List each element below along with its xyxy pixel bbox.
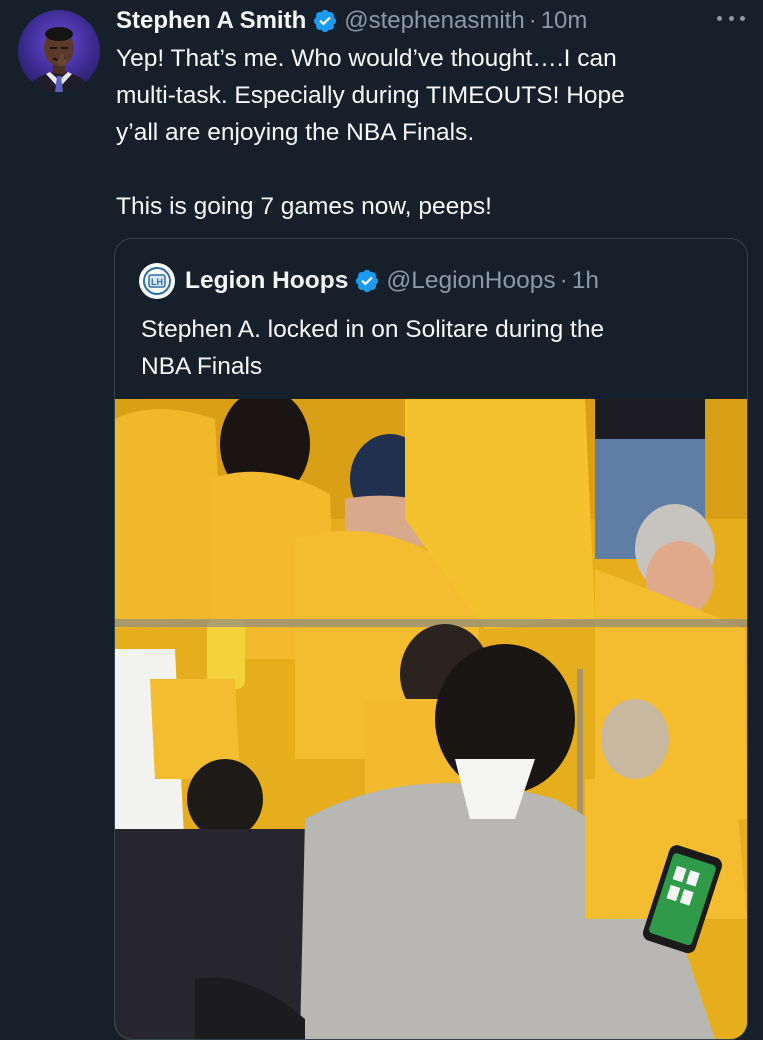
quoted-tweet-header: LH Legion Hoops @LegionHoops · 1h	[139, 263, 599, 299]
photo-crowd-icon	[115, 399, 747, 1039]
tweet[interactable]: Stephen A Smith @stephenasmith · 10m Yep…	[0, 0, 763, 1040]
verified-badge-icon	[354, 268, 380, 294]
author-handle[interactable]: @stephenasmith	[344, 7, 524, 35]
quoted-tweet[interactable]: LH Legion Hoops @LegionHoops · 1h Stephe…	[114, 238, 748, 1040]
tweet-timestamp[interactable]: 10m	[541, 7, 588, 35]
tweet-text: Yep! That’s me. Who would’ve thought….I …	[116, 40, 736, 225]
quoted-author-name[interactable]: Legion Hoops	[185, 267, 348, 295]
author-avatar[interactable]	[18, 10, 100, 92]
author-name[interactable]: Stephen A Smith	[116, 7, 306, 35]
quoted-author-handle[interactable]: @LegionHoops	[386, 267, 555, 295]
svg-text:LH: LH	[151, 277, 163, 287]
user-avatar-icon	[25, 27, 93, 92]
header-separator: ·	[559, 267, 568, 294]
quoted-tweet-text-line: NBA Finals	[141, 353, 263, 380]
tweet-text-line: y’all are enjoying the NBA Finals.	[116, 119, 475, 146]
legion-hoops-logo-icon[interactable]: LH	[139, 263, 175, 299]
quoted-tweet-text: Stephen A. locked in on Solitare during …	[141, 311, 731, 385]
quoted-tweet-text-line: Stephen A. locked in on Solitare during …	[141, 316, 605, 343]
more-options-icon[interactable]	[717, 8, 745, 28]
tweet-header: Stephen A Smith @stephenasmith · 10m	[116, 4, 587, 38]
tweet-text-line: Yep! That’s me. Who would’ve thought….I …	[116, 45, 617, 72]
header-separator: ·	[528, 7, 537, 34]
tweet-text-line: This is going 7 games now, peeps!	[116, 193, 492, 220]
quoted-tweet-timestamp[interactable]: 1h	[572, 267, 599, 295]
quoted-tweet-photo[interactable]	[115, 399, 747, 1039]
tweet-text-line: multi-task. Especially during TIMEOUTS! …	[116, 82, 625, 109]
verified-badge-icon	[312, 8, 338, 34]
